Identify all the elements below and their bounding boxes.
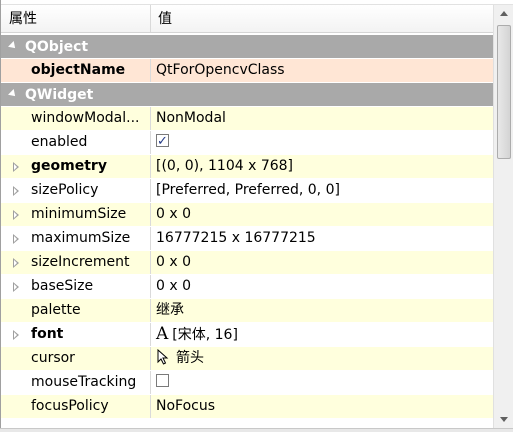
property-value [151, 131, 493, 154]
property-name: mouseTracking [1, 371, 151, 394]
property-editor: 属性 值 QObject objectName QtForOpencvClass… [0, 0, 513, 428]
font-value-text: [宋体, 16] [172, 327, 238, 343]
mousetracking-checkbox[interactable] [156, 374, 169, 387]
property-value[interactable]: 继承 [151, 299, 493, 322]
property-value[interactable]: 0 x 0 [151, 203, 493, 226]
property-row-enabled[interactable]: enabled [1, 131, 493, 155]
font-icon: A [156, 324, 169, 344]
property-list: QObject objectName QtForOpencvClass QWid… [1, 35, 493, 419]
cursor-value-text: 箭头 [176, 350, 204, 366]
property-value[interactable]: QtForOpencvClass [151, 59, 493, 82]
expand-arrow-icon[interactable] [13, 330, 19, 340]
expand-arrow-icon[interactable] [13, 258, 19, 268]
expand-arrow-icon[interactable] [13, 282, 19, 292]
property-row-cursor[interactable]: cursor 箭头 [1, 347, 493, 371]
property-name-text: baseSize [31, 278, 94, 294]
property-value[interactable]: NoFocus [151, 395, 493, 418]
property-name: cursor [1, 347, 151, 370]
property-row-minimumsize[interactable]: minimumSize 0 x 0 [1, 203, 493, 227]
property-name: focusPolicy [1, 395, 151, 418]
property-row-maximumsize[interactable]: maximumSize 16777215 x 16777215 [1, 227, 493, 251]
bottom-panel-edge [0, 428, 513, 432]
expand-arrow-icon[interactable] [13, 186, 19, 196]
category-qobject[interactable]: QObject [1, 35, 493, 59]
property-name: geometry [1, 155, 151, 178]
expand-arrow-icon[interactable] [13, 234, 19, 244]
property-row-mousetracking[interactable]: mouseTracking [1, 371, 493, 395]
enabled-checkbox[interactable] [156, 131, 169, 153]
property-row-focuspolicy[interactable]: focusPolicy NoFocus [1, 395, 493, 419]
arrow-cursor-icon [157, 348, 169, 365]
property-name: objectName [1, 59, 151, 82]
property-row-sizepolicy[interactable]: sizePolicy [Preferred, Preferred, 0, 0] [1, 179, 493, 203]
scroll-up-icon[interactable] [494, 5, 513, 22]
property-name: palette [1, 299, 151, 322]
scroll-down-icon[interactable] [494, 411, 513, 428]
scrollbar-thumb[interactable] [497, 25, 511, 159]
property-row-palette[interactable]: palette 继承 [1, 299, 493, 323]
property-name: baseSize [1, 275, 151, 298]
property-name: font [1, 323, 151, 346]
property-value[interactable]: 16777215 x 16777215 [151, 227, 493, 250]
property-name: windowModal... [1, 107, 151, 130]
property-row-objectname[interactable]: objectName QtForOpencvClass [1, 59, 493, 83]
property-name: minimumSize [1, 203, 151, 226]
property-name: maximumSize [1, 227, 151, 250]
property-value[interactable]: 0 x 0 [151, 251, 493, 274]
property-name: enabled [1, 131, 151, 154]
property-value[interactable]: NonModal [151, 107, 493, 130]
property-name-text: minimumSize [31, 206, 127, 222]
expand-arrow-icon[interactable] [13, 210, 19, 220]
property-value[interactable]: A [宋体, 16] [151, 323, 493, 346]
column-header: 属性 值 [1, 5, 493, 33]
property-row-font[interactable]: font A [宋体, 16] [1, 323, 493, 347]
category-qwidget[interactable]: QWidget [1, 83, 493, 107]
property-name-text: font [31, 326, 64, 342]
property-value[interactable]: 箭头 [151, 347, 493, 370]
vertical-scrollbar[interactable] [493, 5, 513, 428]
property-row-basesize[interactable]: baseSize 0 x 0 [1, 275, 493, 299]
property-name-text: sizePolicy [31, 182, 99, 198]
property-name: sizePolicy [1, 179, 151, 202]
property-value[interactable]: 0 x 0 [151, 275, 493, 298]
property-value[interactable]: [Preferred, Preferred, 0, 0] [151, 179, 493, 202]
value-column-header[interactable]: 值 [151, 5, 493, 32]
property-value [151, 371, 493, 394]
property-row-windowmodality[interactable]: windowModal... NonModal [1, 107, 493, 131]
property-row-sizeincrement[interactable]: sizeIncrement 0 x 0 [1, 251, 493, 275]
property-name-text: sizeIncrement [31, 254, 130, 270]
property-value[interactable]: [(0, 0), 1104 x 768] [151, 155, 493, 178]
expand-arrow-icon[interactable] [13, 162, 19, 172]
property-name-text: maximumSize [31, 230, 131, 246]
property-name: sizeIncrement [1, 251, 151, 274]
property-column-header[interactable]: 属性 [1, 5, 151, 32]
property-name-text: geometry [31, 158, 107, 174]
property-row-geometry[interactable]: geometry [(0, 0), 1104 x 768] [1, 155, 493, 179]
